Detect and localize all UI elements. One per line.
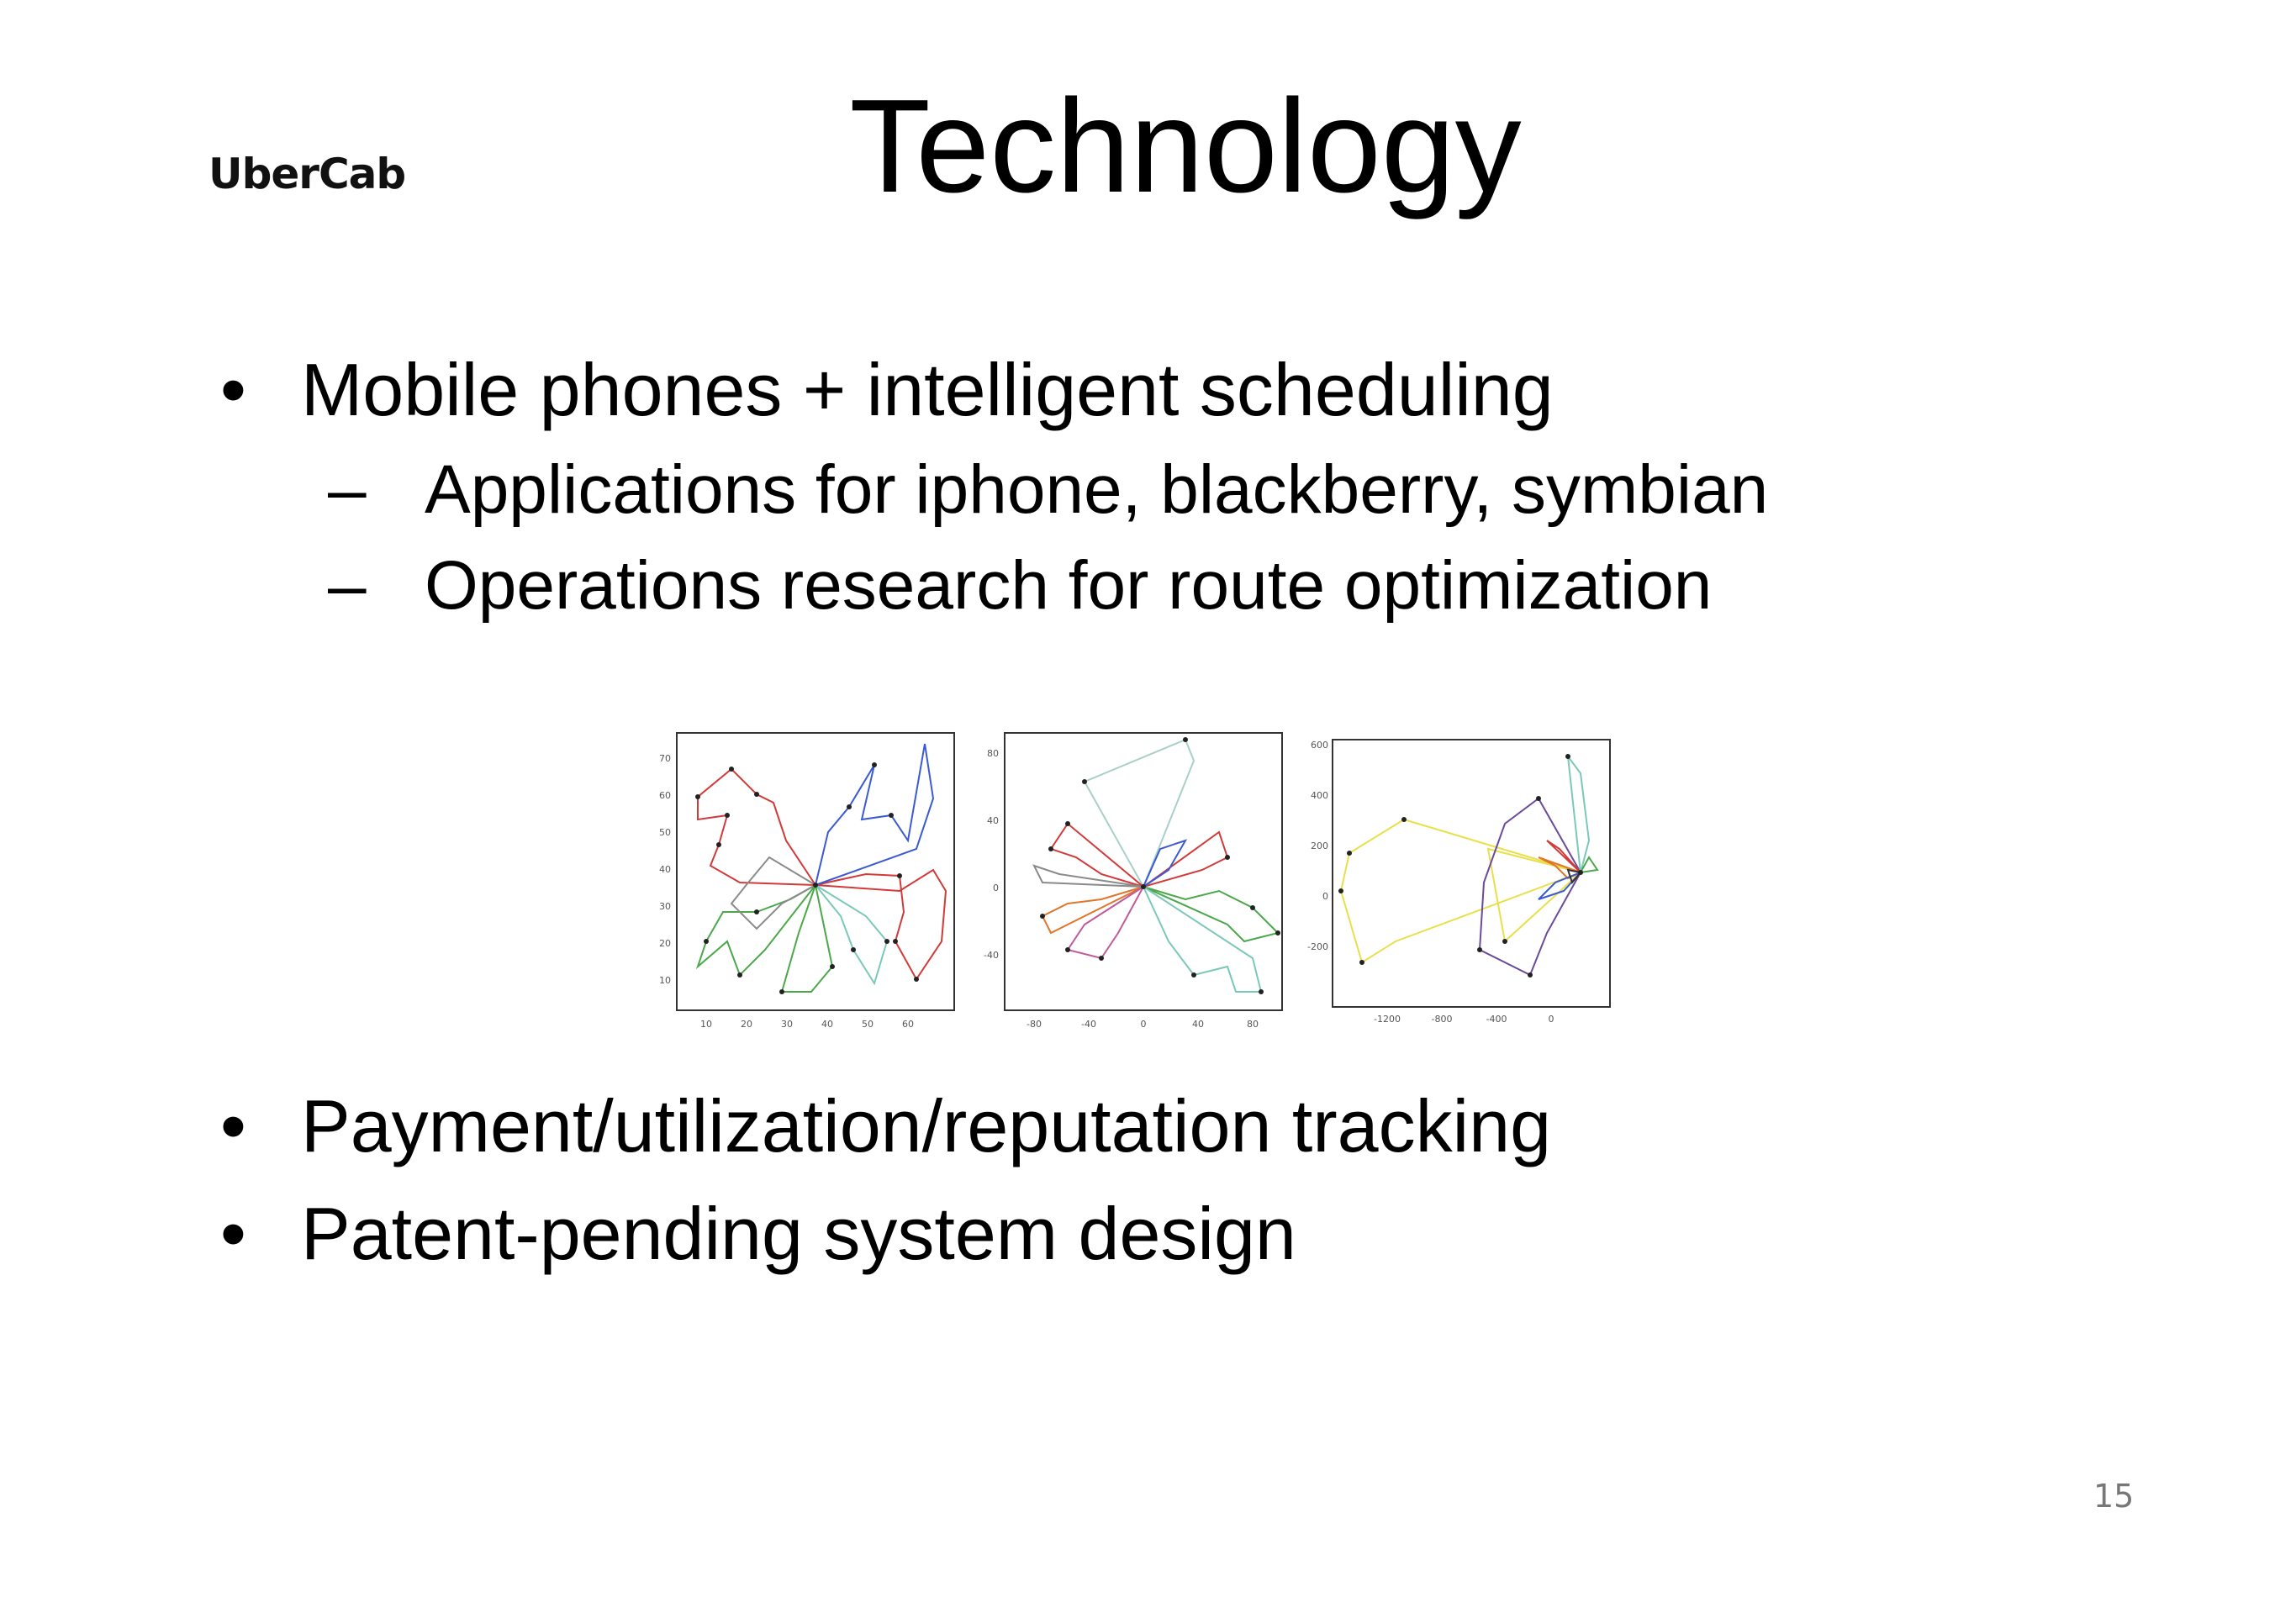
- y-tick: 40: [659, 864, 671, 875]
- x-tick: 80: [1247, 1019, 1259, 1030]
- sub-bullet-dash: –: [328, 547, 367, 624]
- sub-bullet-dash: –: [328, 451, 367, 528]
- bullet-dot: •: [220, 348, 246, 431]
- bullet-text: Mobile phones + intelligent scheduling: [301, 348, 1554, 431]
- route-plot-3: -1200 -800 -400 0 600 400 200 0 -200: [1307, 739, 1611, 1025]
- bullet-text: Patent-pending system design: [301, 1192, 1296, 1275]
- x-tick: 50: [862, 1019, 874, 1030]
- y-tick: 20: [659, 938, 671, 949]
- x-tick: 40: [1192, 1019, 1204, 1030]
- bullet-text: Payment/utilization/reputation tracking: [301, 1084, 1552, 1167]
- plot-frame: [676, 732, 955, 1011]
- y-tick: 40: [987, 815, 999, 826]
- y-tick: 600: [1311, 740, 1328, 751]
- y-tick: 70: [659, 753, 671, 764]
- y-tick: -40: [984, 950, 999, 961]
- x-tick: 0: [1549, 1014, 1554, 1025]
- x-tick: -40: [1081, 1019, 1096, 1030]
- plot-frame: [1004, 732, 1283, 1011]
- sub-bullet-text: Operations research for route optimizati…: [425, 547, 1713, 624]
- x-tick: -800: [1432, 1014, 1453, 1025]
- x-tick: -80: [1027, 1019, 1042, 1030]
- slide-title: Technology: [849, 72, 1522, 220]
- x-tick: 0: [1141, 1019, 1147, 1030]
- x-tick: 20: [741, 1019, 752, 1030]
- y-tick: -200: [1307, 941, 1328, 952]
- y-tick: 0: [993, 883, 999, 893]
- sub-bullet-text: Applications for iphone, blackberry, sym…: [425, 451, 1769, 528]
- route-plot-1: 10 20 30 40 50 60 70 60 50 40 30 20 10: [659, 732, 955, 1030]
- x-tick: 30: [781, 1019, 793, 1030]
- y-tick: 30: [659, 901, 671, 912]
- x-tick: -1200: [1374, 1014, 1401, 1025]
- route-optimization-plots: 10 20 30 40 50 60 70 60 50 40 30 20 10 -…: [647, 723, 1614, 1042]
- bullet-dot: •: [220, 1192, 246, 1275]
- y-tick: 200: [1311, 841, 1328, 851]
- y-tick: 60: [659, 790, 671, 801]
- y-tick: 50: [659, 827, 671, 838]
- y-tick: 400: [1311, 790, 1328, 801]
- x-tick: 40: [821, 1019, 833, 1030]
- y-tick: 10: [659, 975, 671, 986]
- y-tick: 80: [987, 748, 999, 759]
- x-tick: 10: [700, 1019, 712, 1030]
- bullet-dot: •: [220, 1084, 246, 1167]
- x-tick: 60: [902, 1019, 914, 1030]
- x-tick: -400: [1486, 1014, 1507, 1025]
- y-tick: 0: [1322, 891, 1328, 902]
- route-plot-2: -80 -40 0 40 80 80 40 0 -40: [984, 732, 1283, 1030]
- page-number: 15: [2093, 1478, 2135, 1515]
